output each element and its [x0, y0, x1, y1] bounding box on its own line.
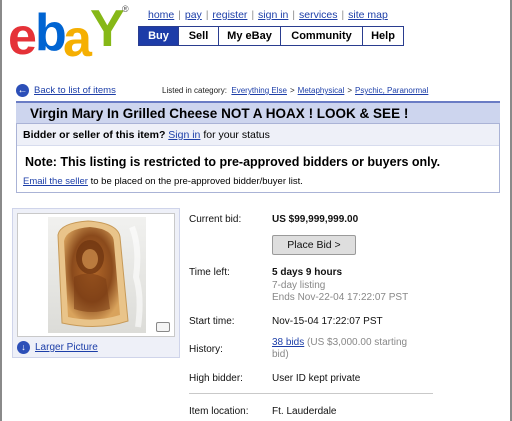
logo-letter-e: e — [8, 8, 37, 66]
listing-title-bar: Virgin Mary In Grilled Cheese NOT A HOAX… — [16, 101, 500, 123]
bid-history-link[interactable]: 38 bids — [272, 337, 304, 348]
logo-letter-a: a — [63, 10, 92, 68]
category-link-psychic-paranormal[interactable]: Psychic, Paranormal — [355, 86, 428, 95]
logo-letter-y: Y — [90, 0, 125, 58]
item-location-label: Item location: — [189, 406, 249, 417]
bidder-status-suffix: for your status — [203, 129, 270, 141]
starting-bid: (US $3,000.00 starting — [307, 337, 408, 348]
status-box: Bidder or seller of this item? Sign in f… — [16, 123, 500, 193]
breadcrumb: ← Back to list of items Listed in catego… — [16, 84, 500, 98]
place-bid-button[interactable]: Place Bid > — [272, 235, 356, 255]
tab-my-ebay[interactable]: My eBay — [219, 27, 281, 45]
grilled-cheese-photo — [48, 217, 146, 333]
listed-in-label: Listed in category: — [162, 86, 227, 95]
top-link-sign-in[interactable]: sign in — [258, 9, 288, 21]
category-link-everything-else[interactable]: Everything Else — [231, 86, 287, 95]
email-seller-line: Email the seller to be placed on the pre… — [23, 176, 303, 187]
category-link-metaphysical[interactable]: Metaphysical — [298, 86, 345, 95]
end-time: Ends Nov-22-04 17:22:07 PST — [272, 292, 409, 303]
top-links: home | pay | register | sign in | services | site … — [148, 9, 388, 21]
back-to-list-link[interactable]: Back to list of items — [34, 85, 116, 96]
bidder-status-prefix: Bidder or seller of this item? — [23, 129, 166, 141]
restriction-note: Note: This listing is restricted to pre-… — [25, 155, 441, 169]
larger-picture-link[interactable]: Larger Picture — [35, 342, 98, 353]
tab-sell[interactable]: Sell — [179, 27, 219, 45]
time-left-value: 5 days 9 hours — [272, 267, 343, 278]
item-location-value: Ft. Lauderdale — [272, 406, 337, 417]
current-bid-value: US $99,999,999.00 — [272, 214, 359, 225]
top-link-register[interactable]: register — [212, 9, 247, 21]
zoom-icon[interactable] — [156, 322, 170, 332]
tab-buy[interactable]: Buy — [139, 27, 179, 45]
starting-bid-cont: bid) — [272, 349, 289, 360]
top-link-site-map[interactable]: site map — [348, 9, 388, 21]
ebay-logo[interactable]: e b a Y ® — [8, 0, 132, 68]
high-bidder-value: User ID kept private — [272, 373, 361, 384]
larger-picture-arrow-icon[interactable]: ↓ — [17, 341, 30, 354]
email-seller-suffix: to be placed on the pre-approved bidder/… — [90, 176, 303, 187]
tab-community[interactable]: Community — [281, 27, 363, 45]
email-seller-link[interactable]: Email the seller — [23, 176, 88, 187]
top-link-pay[interactable]: pay — [185, 9, 202, 21]
back-arrow-icon[interactable]: ← — [16, 84, 29, 97]
start-time-label: Start time: — [189, 316, 235, 327]
category-path: Listed in category: Everything Else > Meta… — [162, 86, 429, 95]
item-image-panel: ↓ Larger Picture — [12, 208, 180, 358]
item-photo-frame[interactable] — [17, 213, 175, 337]
start-time-value: Nov-15-04 17:22:07 PST — [272, 316, 383, 327]
bidder-status-line: Bidder or seller of this item? Sign in f… — [23, 129, 270, 141]
main-nav: Buy Sell My eBay Community Help — [138, 26, 404, 46]
time-left-label: Time left: — [189, 267, 230, 278]
listing-length: 7-day listing — [272, 280, 326, 291]
high-bidder-label: High bidder: — [189, 373, 243, 384]
top-link-home[interactable]: home — [148, 9, 174, 21]
divider — [189, 393, 433, 394]
history-label: History: — [189, 344, 223, 355]
logo-trademark: ® — [122, 4, 129, 14]
logo-letter-b: b — [35, 4, 67, 62]
current-bid-label: Current bid: — [189, 214, 242, 225]
listing-title: Virgin Mary In Grilled Cheese NOT A HOAX… — [30, 106, 409, 121]
tab-help[interactable]: Help — [363, 27, 403, 45]
top-link-services[interactable]: services — [299, 9, 338, 21]
sign-in-link[interactable]: Sign in — [168, 129, 200, 141]
